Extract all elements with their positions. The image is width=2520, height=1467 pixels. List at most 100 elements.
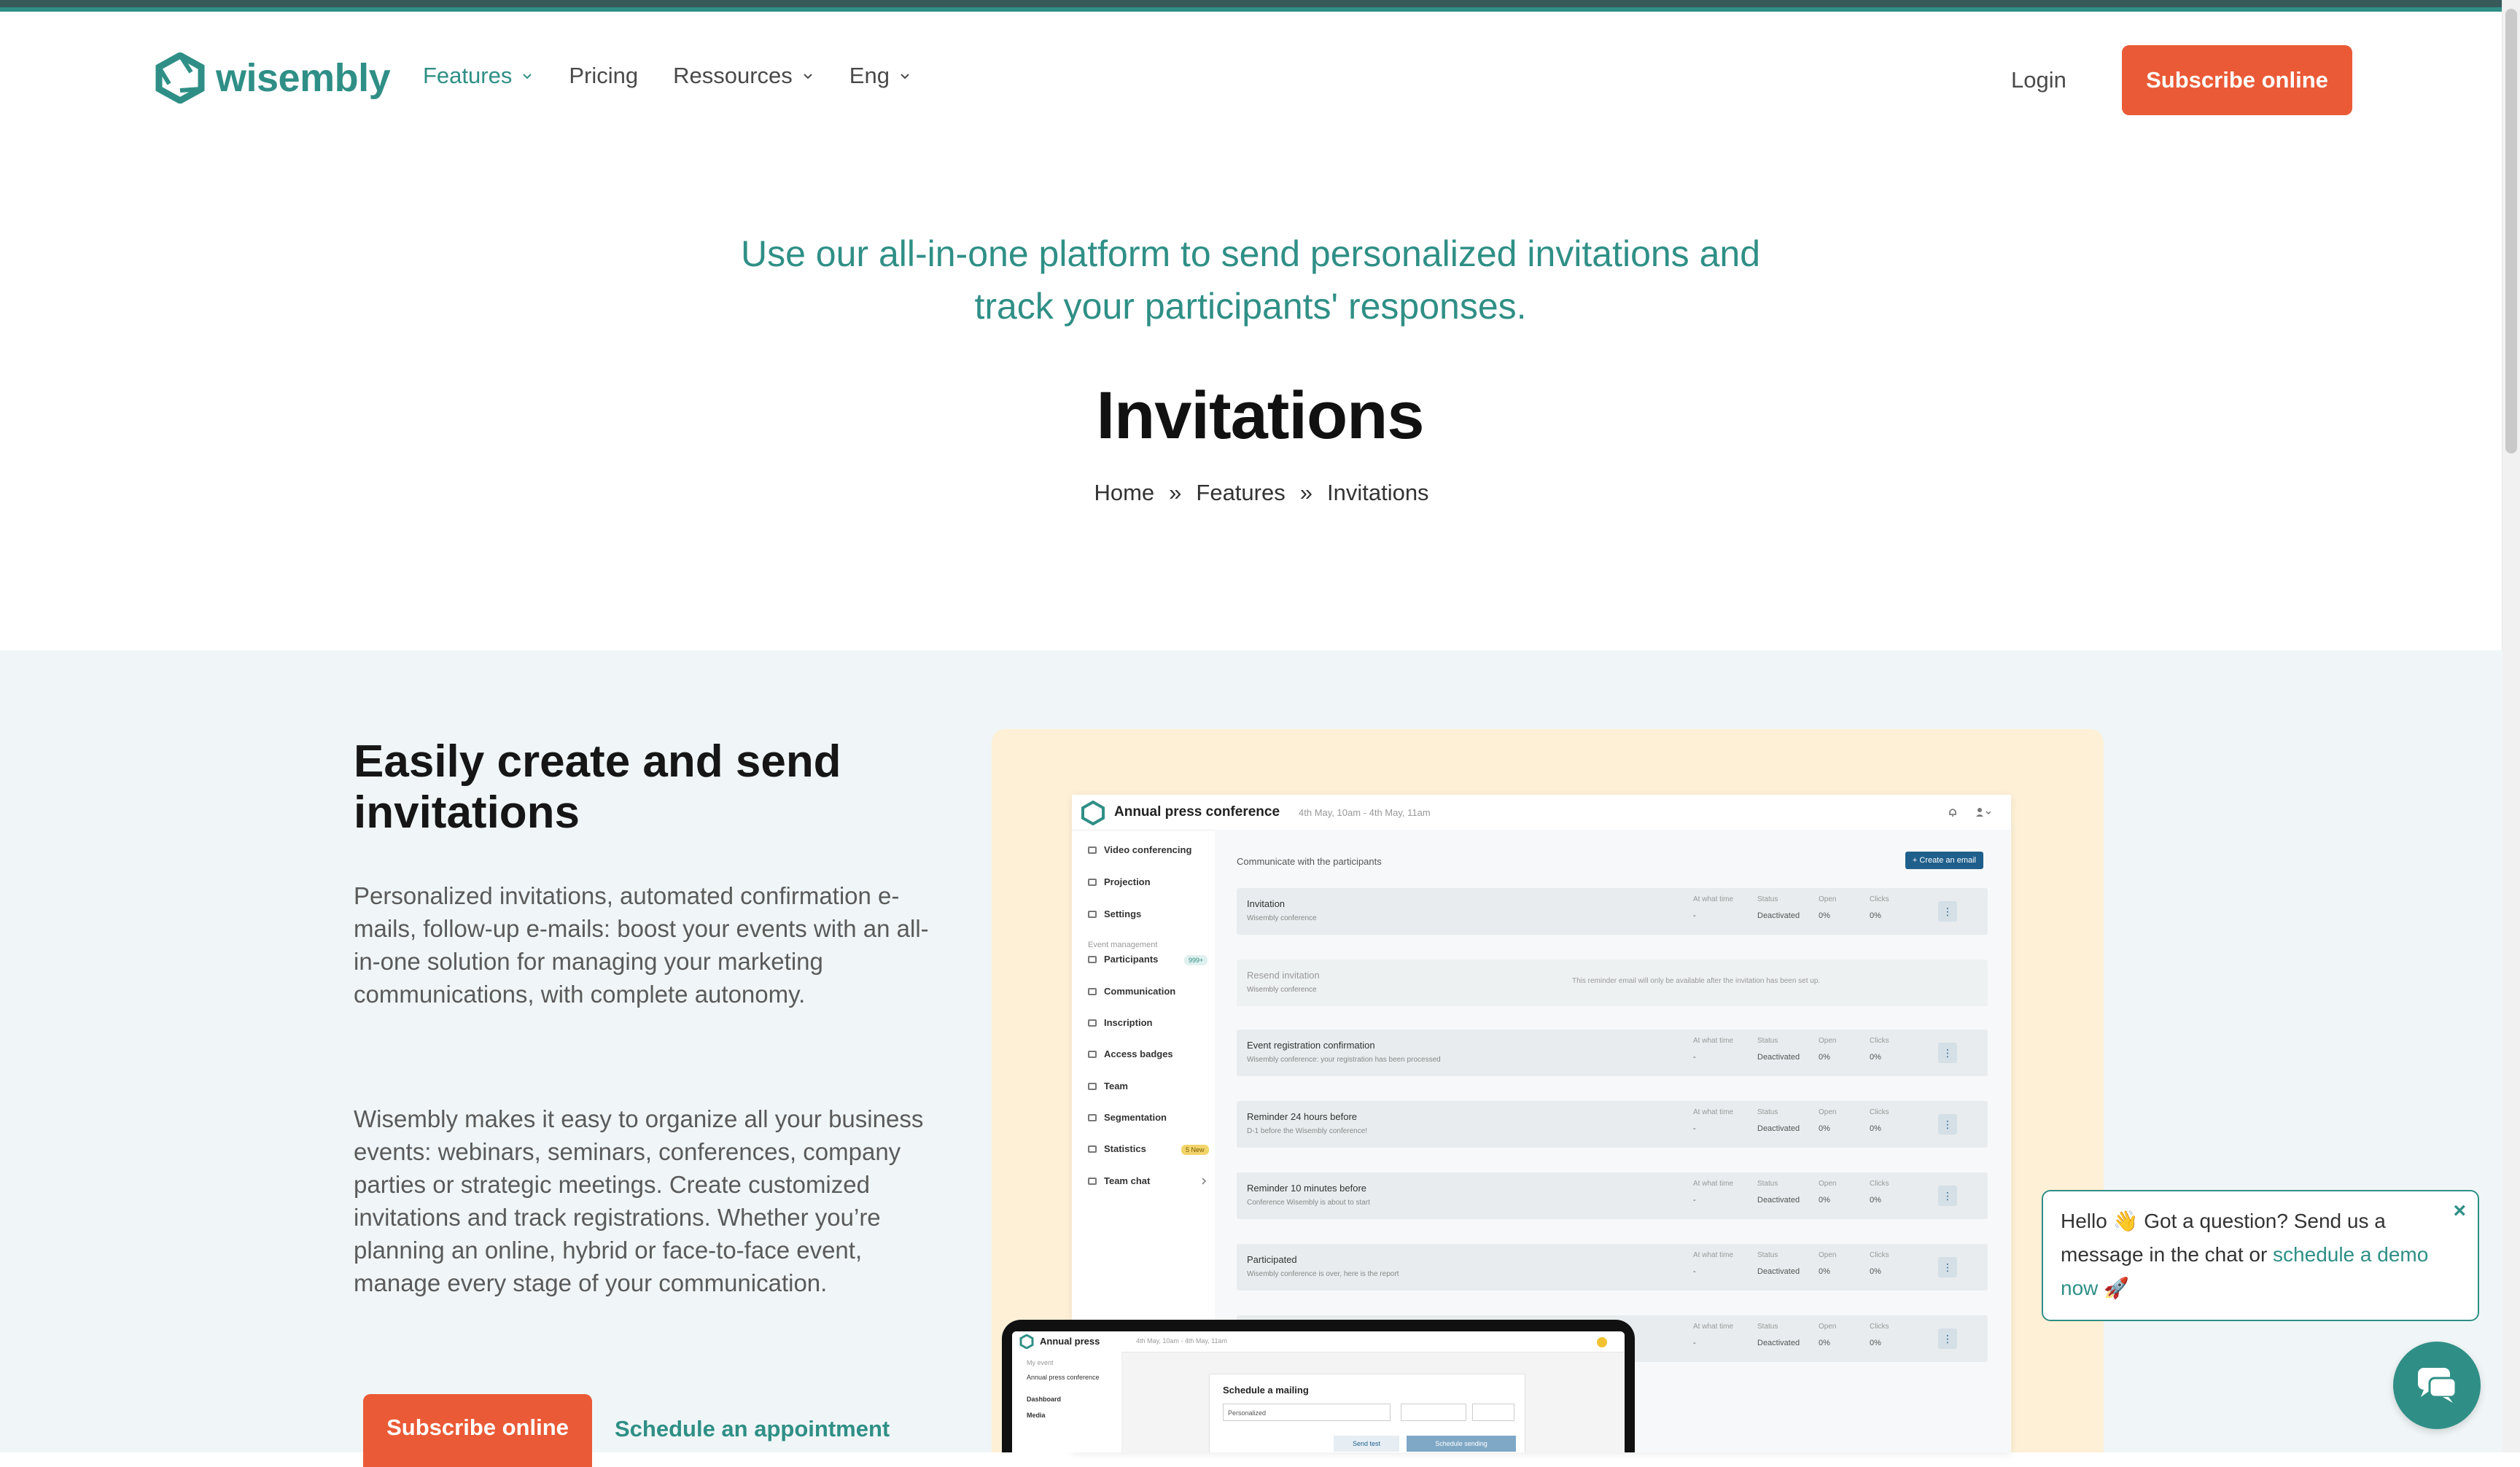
wisembly-logo-icon [155, 52, 205, 104]
breadcrumb-separator: » [1299, 480, 1312, 505]
sidebar-section-label: Event management [1088, 941, 1158, 949]
sidebar-item-inscription[interactable]: Inscription [1088, 1017, 1152, 1028]
laptop-mockup: Annual press 4th May, 10am - 4th May, 11… [1002, 1320, 1635, 1452]
sidebar-item-label: Projection [1104, 876, 1151, 887]
time-field[interactable] [1472, 1404, 1514, 1421]
nav-language[interactable]: Eng [849, 63, 911, 89]
close-icon[interactable]: × [2453, 1199, 2466, 1223]
breadcrumb-home[interactable]: Home [1094, 480, 1154, 506]
sidebar-item-label: Settings [1104, 908, 1142, 919]
chat-text-outro: 🚀 [2098, 1277, 2130, 1299]
sidebar-item-label: Communication [1104, 986, 1176, 997]
more-options-icon[interactable]: ⋮ [1938, 1114, 1957, 1135]
col-clicks-label: Clicks [1870, 1323, 1889, 1331]
scrollbar[interactable] [2502, 0, 2520, 1452]
sidebar-item-label: Team chat [1104, 1175, 1151, 1186]
col-status-label: Status [1757, 1108, 1778, 1116]
email-row: Resend invitation Wisembly conference Th… [1237, 960, 1988, 1006]
laptop-event-title: Annual press [1040, 1336, 1100, 1347]
sidebar-item-statistics[interactable]: Statistics [1088, 1143, 1146, 1154]
nav-label: Eng [849, 63, 890, 88]
email-row-title: Invitation [1247, 898, 1286, 909]
chat-message: Hello 👋 Got a question? Send us a messag… [2061, 1205, 2440, 1305]
laptop-screen: Annual press 4th May, 10am - 4th May, 11… [1012, 1331, 1625, 1452]
chat-launcher-button[interactable] [2393, 1342, 2481, 1429]
logo-text: wisembly [216, 56, 391, 100]
laptop-sidebar: My event Annual press conference Dashboa… [1012, 1352, 1122, 1452]
sidebar-item[interactable]: Video conferencing [1088, 844, 1191, 855]
col-open-label: Open [1819, 1323, 1837, 1331]
subscribe-button-secondary[interactable]: Subscribe online [363, 1394, 592, 1467]
send-test-button[interactable]: Send test [1334, 1436, 1399, 1452]
row-time: - [1693, 1267, 1696, 1276]
page-title: Invitations [1096, 378, 1424, 453]
app-logo-icon [1081, 801, 1105, 825]
row-time: - [1693, 911, 1696, 920]
sidebar-item-participants[interactable]: Participants [1088, 954, 1158, 965]
email-row-subject: D-1 before the Wisembly conference! [1247, 1127, 1368, 1135]
email-row[interactable]: Invitation Wisembly conference At what t… [1237, 888, 1988, 935]
more-options-icon[interactable]: ⋮ [1938, 1186, 1957, 1206]
email-row[interactable]: Reminder 10 minutes before Conference Wi… [1237, 1172, 1988, 1219]
email-row-subject: Wisembly conference [1247, 986, 1317, 994]
breadcrumb: Home » Features » Invitations [941, 480, 1582, 506]
sidebar-item-label: Participants [1104, 954, 1159, 965]
row-open: 0% [1819, 1196, 1830, 1205]
row-note: This reminder email will only be availab… [1572, 977, 1821, 985]
mailing-type-select[interactable]: Personalized [1223, 1404, 1391, 1421]
login-link[interactable]: Login [2011, 67, 2066, 93]
sidebar-item-access-badges[interactable]: Access badges [1088, 1048, 1173, 1059]
col-open-label: Open [1819, 895, 1837, 903]
email-row-subject: Wisembly conference [1247, 914, 1317, 922]
row-open: 0% [1819, 1339, 1830, 1347]
nav-label: Pricing [569, 63, 639, 88]
breadcrumb-separator: » [1169, 480, 1182, 505]
sidebar-item[interactable]: Projection [1088, 876, 1151, 887]
nav-pricing[interactable]: Pricing [569, 63, 638, 89]
nav-features[interactable]: Features [423, 63, 534, 89]
schedule-mailing-card: Schedule a mailing Personalized Send tes… [1209, 1374, 1525, 1452]
laptop-side-item[interactable]: Annual press conference [1027, 1374, 1100, 1381]
laptop-side-item[interactable]: Dashboard [1027, 1396, 1061, 1403]
create-email-button[interactable]: + Create an email [1905, 852, 1983, 869]
sidebar-item-team[interactable]: Team [1088, 1081, 1128, 1092]
scrollbar-thumb[interactable] [2505, 9, 2517, 454]
nav-ressources[interactable]: Ressources [673, 63, 814, 89]
email-row[interactable]: Participated Wisembly conference is over… [1237, 1244, 1988, 1291]
row-open: 0% [1819, 1267, 1830, 1276]
row-open: 0% [1819, 1053, 1830, 1062]
breadcrumb-current: Invitations [1326, 480, 1429, 505]
col-open-label: Open [1819, 1037, 1837, 1045]
more-options-icon[interactable]: ⋮ [1938, 1257, 1957, 1277]
sidebar-item[interactable]: Settings [1088, 908, 1141, 919]
more-options-icon[interactable]: ⋮ [1938, 1043, 1957, 1063]
row-status: Deactivated [1757, 1053, 1800, 1062]
schedule-mailing-title: Schedule a mailing [1223, 1385, 1309, 1396]
laptop-side-item[interactable]: Media [1027, 1412, 1046, 1419]
laptop-side-item: My event [1027, 1359, 1054, 1366]
email-row[interactable]: Reminder 24 hours before D-1 before the … [1237, 1101, 1988, 1148]
email-row-title: Reminder 24 hours before [1247, 1111, 1358, 1122]
row-clicks: 0% [1870, 1124, 1881, 1133]
email-row[interactable]: Event registration confirmation Wisembly… [1237, 1030, 1988, 1076]
subscribe-button[interactable]: Subscribe online [2122, 45, 2352, 115]
email-row-title: Reminder 10 minutes before [1247, 1183, 1367, 1194]
row-clicks: 0% [1870, 1339, 1881, 1347]
email-row-subject: Wisembly conference is over, here is the… [1247, 1270, 1399, 1278]
email-row-subject: Wisembly conference: your registration h… [1247, 1056, 1441, 1064]
sidebar-item-team-chat[interactable]: Team chat [1088, 1175, 1150, 1186]
more-options-icon[interactable]: ⋮ [1938, 901, 1957, 922]
laptop-event-date: 4th May, 10am - 4th May, 11am [1136, 1337, 1228, 1345]
col-clicks-label: Clicks [1870, 895, 1889, 903]
date-field[interactable] [1401, 1404, 1466, 1421]
more-options-icon[interactable]: ⋮ [1938, 1328, 1957, 1349]
schedule-sending-button[interactable]: Schedule sending [1407, 1436, 1516, 1452]
chat-popup: Hello 👋 Got a question? Send us a messag… [2042, 1190, 2479, 1321]
logo[interactable]: wisembly [155, 52, 391, 104]
sidebar-item-communication[interactable]: Communication [1088, 986, 1175, 997]
schedule-appointment-link[interactable]: Schedule an appointment [615, 1416, 890, 1442]
breadcrumb-features[interactable]: Features [1196, 480, 1285, 506]
sidebar-item-segmentation[interactable]: Segmentation [1088, 1112, 1167, 1123]
section-paragraph: Wisembly makes it easy to organize all y… [354, 1105, 924, 1296]
email-row-title: Participated [1247, 1254, 1297, 1265]
